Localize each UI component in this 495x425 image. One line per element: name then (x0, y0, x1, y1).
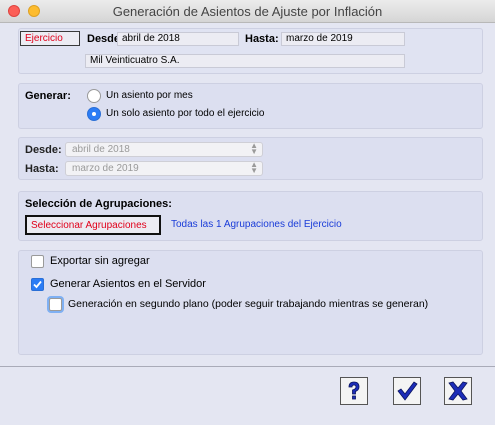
title-bar: Generación de Asientos de Ajuste por Inf… (0, 0, 495, 23)
servidor-checkbox[interactable] (31, 278, 44, 291)
company-field: Mil Veinticuatro S.A. (85, 54, 405, 68)
rango-desde-label: Desde: (25, 144, 62, 156)
ok-button[interactable] (393, 377, 421, 405)
radio-asiento-todo-ejercicio[interactable] (87, 107, 101, 121)
agrupaciones-title: Selección de Agrupaciones: (25, 198, 172, 210)
generar-panel: Generar: Un asiento por mes Un solo asie… (18, 83, 483, 129)
rango-hasta-select[interactable]: marzo de 2019 ▲ ▼ (65, 161, 263, 176)
exportar-label[interactable]: Exportar sin agregar (50, 255, 150, 267)
generar-label: Generar: (25, 90, 71, 102)
stepper-arrows-icon: ▲ ▼ (250, 141, 258, 156)
stepper-arrows-icon: ▲ ▼ (250, 160, 258, 175)
ejercicio-button[interactable]: Ejercicio (20, 31, 80, 46)
rango-hasta-label: Hasta: (25, 163, 59, 175)
rango-hasta-value: marzo de 2019 (72, 163, 139, 174)
radio-asiento-por-mes[interactable] (87, 89, 101, 103)
radio-asiento-todo-ejercicio-label[interactable]: Un solo asiento por todo el ejercicio (106, 108, 264, 119)
window-title: Generación de Asientos de Ajuste por Inf… (112, 4, 383, 19)
options-panel: Exportar sin agregar Generar Asientos en… (18, 250, 483, 355)
x-icon (448, 381, 468, 401)
question-icon (348, 381, 360, 400)
footer-divider (0, 366, 495, 367)
segundo-plano-checkbox[interactable] (49, 298, 62, 311)
hasta-field: marzo de 2019 (281, 32, 405, 46)
radio-asiento-por-mes-label[interactable]: Un asiento por mes (106, 90, 193, 101)
agrupaciones-panel: Selección de Agrupaciones: Seleccionar A… (18, 191, 483, 241)
segundo-plano-label[interactable]: Generación en segundo plano (poder segui… (68, 298, 428, 310)
rango-desde-select[interactable]: abril de 2018 ▲ ▼ (65, 142, 263, 157)
help-button[interactable] (340, 377, 368, 405)
checkmark-icon (33, 280, 42, 289)
agrupaciones-summary-link[interactable]: Todas las 1 Agrupaciones del Ejercicio (171, 219, 342, 230)
header-panel: Ejercicio Desde: abril de 2018 Hasta: ma… (18, 28, 483, 74)
cancel-button[interactable] (444, 377, 472, 405)
seleccionar-agrupaciones-button[interactable]: Seleccionar Agrupaciones (25, 215, 161, 235)
rango-panel: Desde: abril de 2018 ▲ ▼ Hasta: marzo de … (18, 137, 483, 180)
servidor-label[interactable]: Generar Asientos en el Servidor (50, 278, 206, 290)
exportar-checkbox[interactable] (31, 255, 44, 268)
desde-field: abril de 2018 (117, 32, 239, 46)
rango-desde-value: abril de 2018 (72, 144, 130, 155)
hasta-label: Hasta: (245, 33, 279, 45)
check-icon (397, 381, 418, 401)
